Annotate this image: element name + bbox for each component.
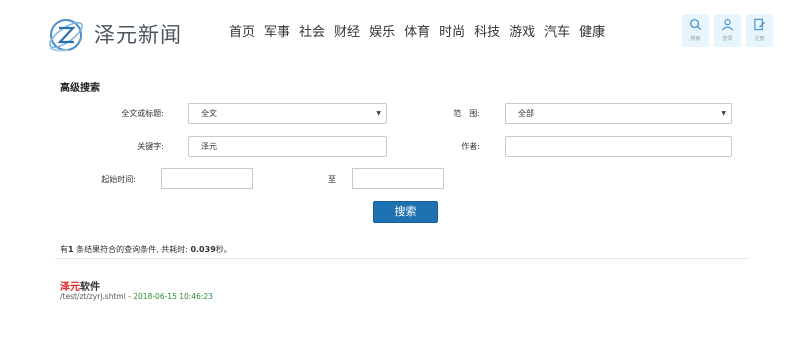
nav-item-fashion[interactable]: 时尚 — [439, 25, 465, 41]
summary-suffix: 秒。 — [215, 245, 232, 254]
nav-item-society[interactable]: 社会 — [299, 25, 325, 41]
field-type-value: 全文 — [201, 109, 217, 118]
nav-item-games[interactable]: 游戏 — [509, 25, 535, 41]
keyword-label: 关键字: — [137, 142, 164, 151]
field-type-select[interactable]: 全文 ▼ — [188, 103, 387, 124]
result-summary: 有1 条结果符合的查询条件, 共耗时: 0.039秒。 — [60, 244, 232, 255]
search-tool-label: 搜索 — [690, 36, 701, 42]
result-path: /test/zt/zyrj.shtml — [60, 292, 126, 301]
logo-icon — [49, 19, 83, 52]
scope-value: 全部 — [518, 109, 534, 118]
result-title-link[interactable]: 泽元软件 — [60, 278, 100, 293]
advanced-search-title: 高级搜索 — [60, 83, 100, 94]
nav-item-auto[interactable]: 汽车 — [544, 25, 570, 41]
search-icon — [690, 19, 702, 31]
chevron-down-icon: ▼ — [721, 110, 726, 117]
elapsed-time: 0.039 — [190, 245, 216, 254]
scope-select[interactable]: 全部 ▼ — [505, 103, 732, 124]
login-tool-button[interactable]: 登录 — [714, 14, 741, 47]
main-nav: 首页 军事 社会 财经 娱乐 体育 时尚 科技 游戏 汽车 健康 — [229, 25, 614, 41]
login-tool-label: 登录 — [722, 36, 733, 42]
result-date: 2018-06-15 10:46:23 — [133, 292, 213, 301]
nav-item-military[interactable]: 军事 — [264, 25, 290, 41]
chevron-down-icon: ▼ — [376, 110, 381, 117]
keyword-input[interactable]: 泽元 — [188, 136, 387, 157]
author-label: 作者: — [461, 142, 480, 151]
nav-item-tech[interactable]: 科技 — [474, 25, 500, 41]
divider — [55, 258, 750, 259]
nav-item-health[interactable]: 健康 — [579, 25, 605, 41]
start-time-input[interactable] — [161, 168, 253, 189]
nav-item-entertainment[interactable]: 娱乐 — [369, 25, 395, 41]
site-logo[interactable] — [44, 14, 88, 54]
result-count: 1 — [68, 245, 74, 254]
author-input[interactable] — [505, 136, 732, 157]
site-header: 泽元新闻 首页 军事 社会 财经 娱乐 体育 时尚 科技 游戏 汽车 健康 搜索… — [0, 0, 800, 68]
register-icon — [754, 18, 766, 31]
summary-prefix: 有 — [60, 245, 68, 254]
search-tool-button[interactable]: 搜索 — [682, 14, 709, 47]
field-type-label: 全文或标题: — [121, 109, 164, 118]
header-tools: 搜索 登录 注册 — [682, 14, 773, 47]
site-name[interactable]: 泽元新闻 — [94, 19, 182, 49]
nav-item-sports[interactable]: 体育 — [404, 25, 430, 41]
scope-label: 范 围: — [453, 109, 480, 118]
nav-item-finance[interactable]: 财经 — [334, 25, 360, 41]
user-icon — [721, 19, 734, 31]
summary-middle: 条结果符合的查询条件, 共耗时: — [76, 245, 188, 254]
nav-item-home[interactable]: 首页 — [229, 25, 255, 41]
register-tool-label: 注册 — [754, 36, 765, 42]
result-meta: /test/zt/zyrj.shtml - 2018-06-15 10:46:2… — [60, 292, 213, 301]
register-tool-button[interactable]: 注册 — [746, 14, 773, 47]
to-label: 至 — [328, 175, 336, 184]
search-button[interactable]: 搜索 — [373, 201, 438, 223]
start-time-label: 起始时间: — [101, 175, 136, 184]
end-time-input[interactable] — [352, 168, 444, 189]
